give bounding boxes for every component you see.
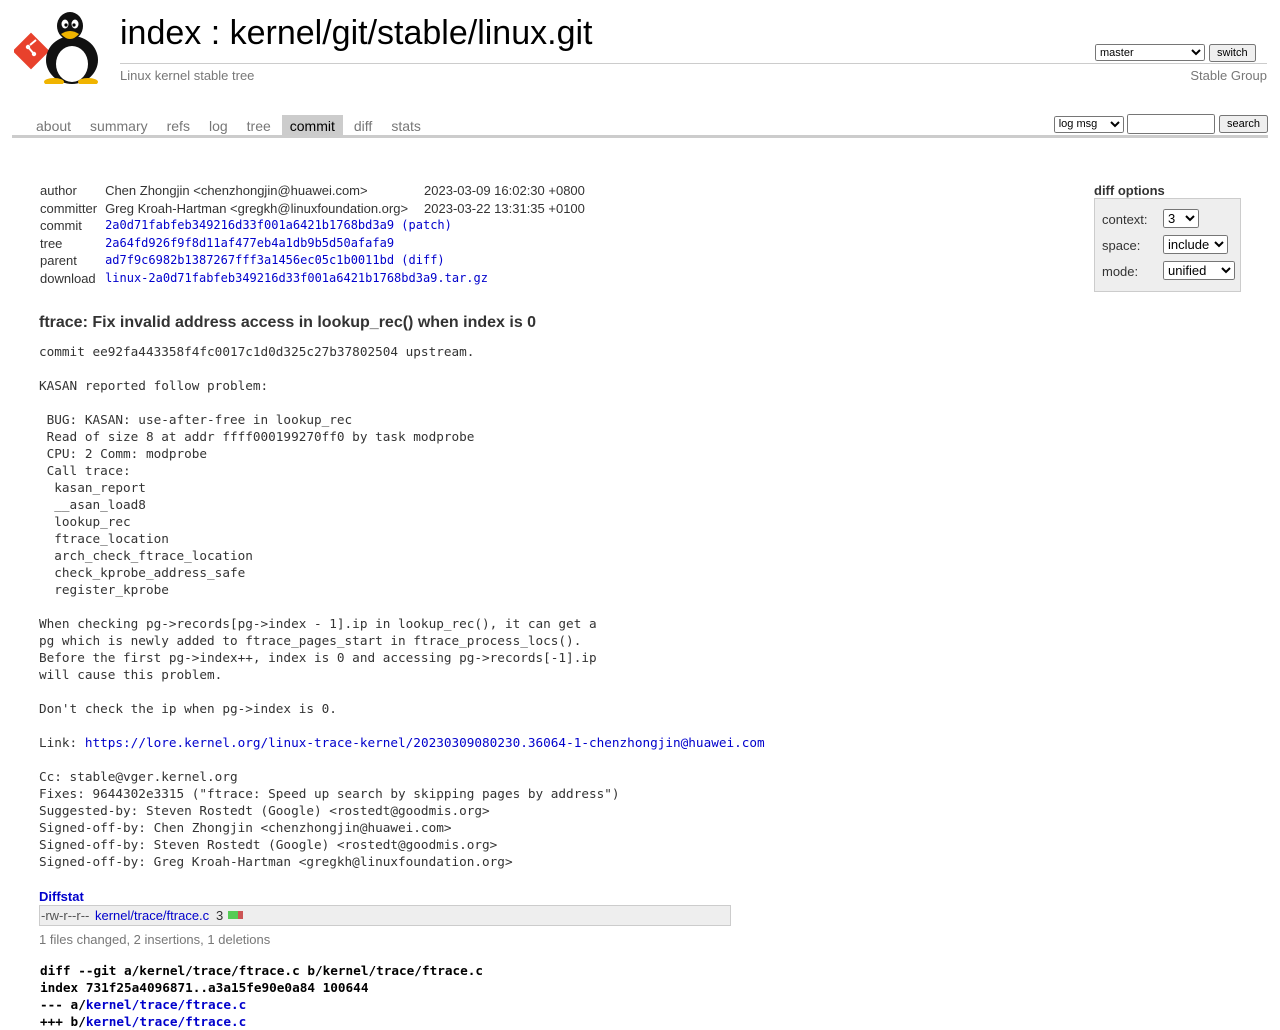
index-link[interactable]: index (120, 14, 201, 52)
commit-label: commit (40, 218, 82, 234)
minus-prefix: --- a/ (40, 997, 86, 1012)
diff-plus-line: +++ b/kernel/trace/ftrace.c (40, 1013, 483, 1030)
switch-button[interactable]: switch (1209, 44, 1256, 62)
tux-penguin-icon (44, 12, 98, 84)
committer-date: 2023-03-22 13:31:35 +0100 (424, 200, 585, 216)
search-type-select[interactable]: log msg (1053, 115, 1124, 133)
commit-message-trailers: Cc: stable@vger.kernel.org Fixes: 964430… (39, 769, 620, 869)
parent-diff-link[interactable]: diff (409, 253, 438, 267)
download-cell: linux-2a0d71fabfeb349216d33f001a6421b176… (101, 270, 589, 288)
diff-options-panel: context: 3 space: include mode: unified (1094, 198, 1241, 292)
diffstat-file-link-wrap: kernel/trace/ftrace.c (95, 908, 209, 923)
link-prefix: Link: (39, 735, 85, 750)
lore-link[interactable]: https://lore.kernel.org/linux-trace-kern… (85, 735, 765, 750)
tab-tree[interactable]: tree (239, 115, 279, 135)
commit-hash-link[interactable]: 2a0d71fabfeb349216d33f001a6421b1768bd3a9 (105, 218, 394, 232)
parent-hash-cell: ad7f9c6982b1387267fff3a1456ec05c1b0011bd… (101, 252, 589, 270)
parent-label: parent (40, 253, 77, 269)
tab-about[interactable]: about (28, 115, 79, 135)
header-divider (120, 63, 1267, 64)
tab-diff[interactable]: diff (346, 115, 380, 135)
author-name: Chen Zhongjin <chenzhongjin@huawei.com> (105, 183, 368, 198)
cgit-tux-logo[interactable] (14, 12, 110, 84)
diffstat-summary: 1 files changed, 2 insertions, 1 deletio… (39, 932, 271, 947)
commit-hash-cell: 2a0d71fabfeb349216d33f001a6421b1768bd3a9… (101, 217, 589, 235)
minus-file-link[interactable]: kernel/trace/ftrace.c (86, 997, 246, 1012)
commit-subject: ftrace: Fix invalid address access in lo… (39, 314, 537, 331)
mode-label: mode: (1102, 264, 1139, 279)
diffstat-file-link[interactable]: kernel/trace/ftrace.c (95, 908, 209, 923)
mode-select[interactable]: unified (1163, 261, 1235, 280)
diff-index-line: index 731f25a4096871..a3a15fe90e0a84 100… (40, 980, 369, 995)
change-count: 3 (216, 908, 224, 923)
tree-label: tree (40, 235, 63, 251)
diffstat-header-link[interactable]: Diffstat (39, 889, 84, 904)
committer-row: committer Greg Kroah-Hartman <gregkh@lin… (36, 200, 589, 218)
page-title: index : kernel/git/stable/linux.git (120, 14, 593, 53)
diff-header: diff --git a/kernel/trace/ftrace.c b/ker… (40, 962, 483, 1030)
tab-bar: about summary refs log tree commit diff stats l… (12, 114, 1268, 138)
plus-prefix: +++ b/ (40, 1014, 86, 1029)
tab-summary[interactable]: summary (82, 115, 156, 135)
tab-commit[interactable]: commit (281, 115, 343, 135)
diff-git-line: diff --git a/kernel/trace/ftrace.c b/ker… (40, 963, 484, 978)
context-option: context: 3 (1102, 209, 1199, 228)
diff-paren: (diff) (401, 253, 445, 268)
space-select[interactable]: include (1163, 235, 1228, 254)
parent-hash-link[interactable]: ad7f9c6982b1387267fff3a1456ec05c1b0011bd (105, 253, 394, 267)
search-button[interactable]: search (1218, 115, 1268, 133)
download-row: download linux-2a0d71fabfeb349216d33f001… (36, 270, 589, 288)
tree-row: tree 2a64fd926f9f8d11af477eb4a1db9b5d50a… (36, 235, 589, 253)
file-mode: -rw-r--r-- (41, 908, 90, 923)
branch-select[interactable]: master (1095, 44, 1205, 61)
diffstat-table: -rw-r--r-- kernel/trace/ftrace.c 3 (39, 905, 731, 926)
repo-link[interactable]: kernel/git/stable/linux.git (230, 14, 593, 52)
committer-name: Greg Kroah-Hartman <gregkh@linuxfoundati… (105, 200, 409, 216)
git-diamond-icon (14, 32, 50, 70)
tree-hash-link[interactable]: 2a64fd926f9f8d11af477eb4a1db9b5d50afafa9 (105, 236, 394, 250)
author-label: author (40, 183, 77, 198)
author-date: 2023-03-09 16:02:30 +0800 (424, 183, 585, 198)
author-row: author Chen Zhongjin <chenzhongjin@huawe… (36, 182, 589, 200)
repo-owner: Stable Group (1190, 68, 1267, 83)
tree-hash-cell: 2a64fd926f9f8d11af477eb4a1db9b5d50afafa9 (101, 235, 589, 253)
download-label: download (40, 270, 96, 286)
tab-refs[interactable]: refs (159, 115, 198, 135)
search-form: log msg search (1053, 114, 1268, 134)
parent-row: parent ad7f9c6982b1387267fff3a1456ec05c1… (36, 252, 589, 270)
commit-info-table: author Chen Zhongjin <chenzhongjin@huawe… (36, 182, 589, 288)
diff-options-title: diff options (1094, 183, 1165, 198)
committer-label: committer (40, 200, 98, 216)
space-label: space: (1102, 238, 1141, 253)
patch-paren: (patch) (401, 218, 452, 233)
mode-option: mode: unified (1102, 261, 1235, 280)
plus-file-link[interactable]: kernel/trace/ftrace.c (86, 1014, 246, 1029)
commit-message: commit ee92fa443358f4fc0017c1d0d325c27b3… (39, 343, 765, 870)
tab-log[interactable]: log (201, 115, 236, 135)
context-select[interactable]: 3 (1163, 209, 1199, 228)
diff-minus-line: --- a/kernel/trace/ftrace.c (40, 996, 483, 1013)
context-label: context: (1102, 212, 1148, 227)
repo-description: Linux kernel stable tree (120, 68, 255, 83)
patch-link[interactable]: patch (409, 218, 445, 232)
deletions-bar (238, 911, 243, 919)
download-link[interactable]: linux-2a0d71fabfeb349216d33f001a6421b176… (105, 271, 488, 285)
change-bar (228, 911, 243, 919)
commit-row: commit 2a0d71fabfeb349216d33f001a6421b17… (36, 217, 589, 235)
title-separator: : (201, 14, 230, 52)
tab-stats[interactable]: stats (383, 115, 429, 135)
space-option: space: include (1102, 235, 1228, 254)
commit-message-body: commit ee92fa443358f4fc0017c1d0d325c27b3… (39, 344, 597, 716)
search-input[interactable] (1127, 114, 1216, 134)
insertions-bar (228, 911, 238, 919)
